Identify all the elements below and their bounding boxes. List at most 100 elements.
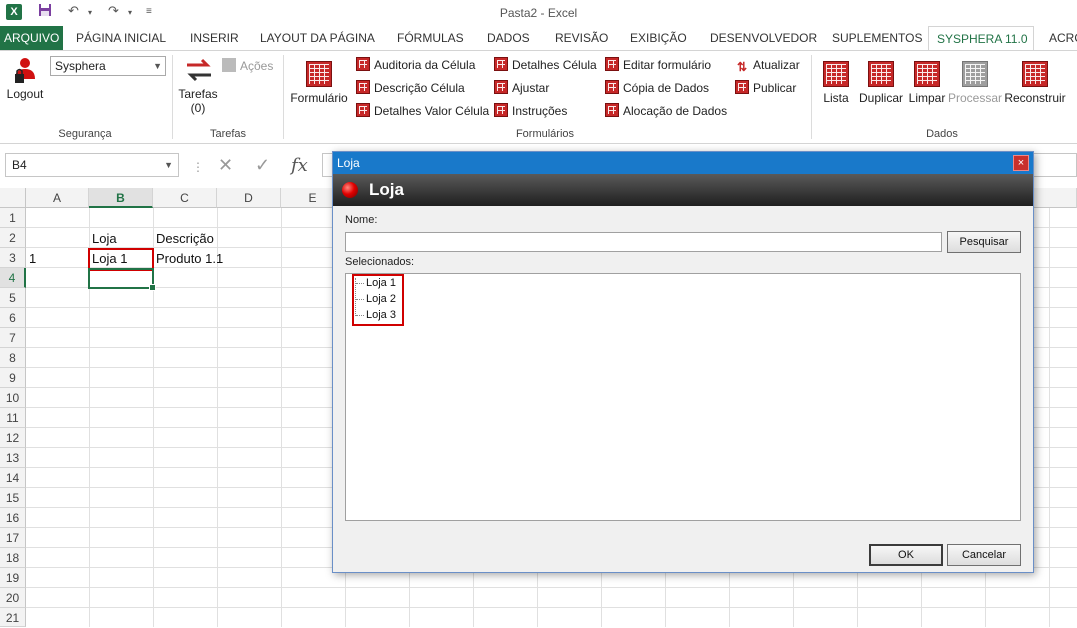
duplicate-grid-icon [868,61,894,87]
tab-layout-da-pagina[interactable]: LAYOUT DA PÁGINA [252,26,383,50]
row-header[interactable]: 11 [0,408,26,428]
tab-formulas[interactable]: FÓRMULAS [389,26,472,50]
copy-data-icon [605,80,619,94]
tab-exibicao[interactable]: EXIBIÇÃO [622,26,695,50]
tab-sysphera[interactable]: SYSPHERA 11.0 [928,26,1034,50]
column-header-b[interactable]: B [89,188,153,208]
auditoria-celula-button[interactable]: Auditoria da Célula [356,56,475,74]
ribbon-tabs: ARQUIVO PÁGINA INICIAL INSERIR LAYOUT DA… [0,26,1077,50]
group-label-tarefas: Tarefas [209,128,247,140]
cell-c3[interactable]: Produto 1.1 [154,249,223,269]
cell-b2[interactable]: Loja [90,229,117,249]
dialog-title: Loja [337,156,360,170]
row-header[interactable]: 7 [0,328,26,348]
row-header[interactable]: 16 [0,508,26,528]
column-header-c[interactable]: C [153,188,217,208]
pesquisar-button[interactable]: Pesquisar [947,231,1021,253]
environment-select-value: Sysphera [55,59,106,73]
group-label-dados: Dados [926,128,958,140]
group-label-seguranca: Segurança [58,128,112,140]
row-header[interactable]: 6 [0,308,26,328]
reconstruir-button[interactable]: Reconstruir [1003,61,1067,105]
instrucoes-button[interactable]: Instruções [494,102,567,120]
row-header[interactable]: 9 [0,368,26,388]
tab-pagina-inicial[interactable]: PÁGINA INICIAL [68,26,174,50]
dialog-title-bar[interactable]: Loja [333,152,1033,174]
loja-dialog: Loja × Loja Nome: Pesquisar Selecionados… [332,151,1034,573]
cancel-x-icon[interactable]: ✕ [218,155,233,176]
select-all-corner[interactable] [0,188,26,208]
processar-button[interactable]: Processar [948,61,1002,105]
row-header[interactable]: 13 [0,448,26,468]
active-cell-b4[interactable] [88,268,156,291]
logout-button[interactable]: Logout [4,57,46,101]
duplicar-button[interactable]: Duplicar [856,61,906,105]
atualizar-button[interactable]: ⇅ Atualizar [735,56,800,74]
copia-dados-button[interactable]: Cópia de Dados [605,79,709,97]
row-header[interactable]: 19 [0,568,26,588]
row-header[interactable]: 2 [0,228,26,248]
column-header-d[interactable]: D [217,188,281,208]
limpar-button[interactable]: Limpar [907,61,947,105]
tab-dados[interactable]: DADOS [479,26,538,50]
row-header[interactable]: 15 [0,488,26,508]
row-header[interactable]: 14 [0,468,26,488]
row-header[interactable]: 4 [0,268,26,288]
row-header[interactable]: 3 [0,248,26,268]
cell-a3[interactable]: 1 [27,249,36,269]
ajustar-button[interactable]: Ajustar [494,79,549,97]
row-header[interactable]: 5 [0,288,26,308]
column-header-a[interactable]: A [26,188,89,208]
value-details-icon [356,103,370,117]
audit-icon [356,57,370,71]
cancelar-button[interactable]: Cancelar [947,544,1021,566]
insert-function-icon[interactable]: fx [291,155,308,176]
tab-inserir[interactable]: INSERIR [182,26,247,50]
dialog-header-title: Loja [369,180,404,199]
highlight-box [352,274,404,326]
detalhes-valor-celula-button[interactable]: Detalhes Valor Célula [356,102,489,120]
formula-bar-resize-icon[interactable]: ⋮ [192,160,204,174]
tab-desenvolvedor[interactable]: DESENVOLVEDOR [702,26,825,50]
alocacao-dados-button[interactable]: Alocação de Dados [605,102,727,120]
info-icon [494,103,508,117]
nome-input[interactable] [345,232,942,252]
form-grid-icon [306,61,332,87]
formulario-button[interactable]: Formulário [288,61,350,105]
row-header[interactable]: 1 [0,208,26,228]
detalhes-celula-button[interactable]: Detalhes Célula [494,56,597,74]
descricao-celula-button[interactable]: Descrição Célula [356,79,465,97]
publish-icon [735,80,749,94]
close-icon[interactable]: × [1013,155,1029,171]
dialog-header: Loja [333,174,1033,206]
row-header[interactable]: 17 [0,528,26,548]
adjust-icon [494,80,508,94]
tab-suplementos[interactable]: SUPLEMENTOS [824,26,930,50]
environment-select[interactable]: Sysphera ▼ [50,56,166,76]
row-header[interactable]: 20 [0,588,26,608]
edit-form-icon [605,57,619,71]
editar-formulario-button[interactable]: Editar formulário [605,56,711,74]
cell-details-icon [494,57,508,71]
row-header[interactable]: 18 [0,548,26,568]
row-header[interactable]: 12 [0,428,26,448]
lista-button[interactable]: Lista [818,61,854,105]
grid-line [217,208,218,627]
publicar-button[interactable]: Publicar [735,79,796,97]
process-grid-icon [962,61,988,87]
tab-acrobat[interactable]: ACRO [1041,26,1077,50]
row-header[interactable]: 10 [0,388,26,408]
selected-tree[interactable]: Loja 1 Loja 2 Loja 3 [345,273,1021,521]
cell-c2[interactable]: Descrição [154,229,214,249]
enter-check-icon[interactable]: ✓ [255,155,270,176]
acoes-button[interactable]: Ações [222,57,273,75]
ok-button[interactable]: OK [869,544,943,566]
row-header[interactable]: 21 [0,608,26,627]
acoes-label: Ações [240,59,274,73]
tarefas-button[interactable]: Tarefas (0) [176,57,220,115]
name-box-value: B4 [12,158,27,172]
name-box[interactable]: B4 ▼ [5,153,179,177]
row-header[interactable]: 8 [0,348,26,368]
tab-revisao[interactable]: REVISÃO [547,26,616,50]
tab-arquivo[interactable]: ARQUIVO [0,26,64,50]
